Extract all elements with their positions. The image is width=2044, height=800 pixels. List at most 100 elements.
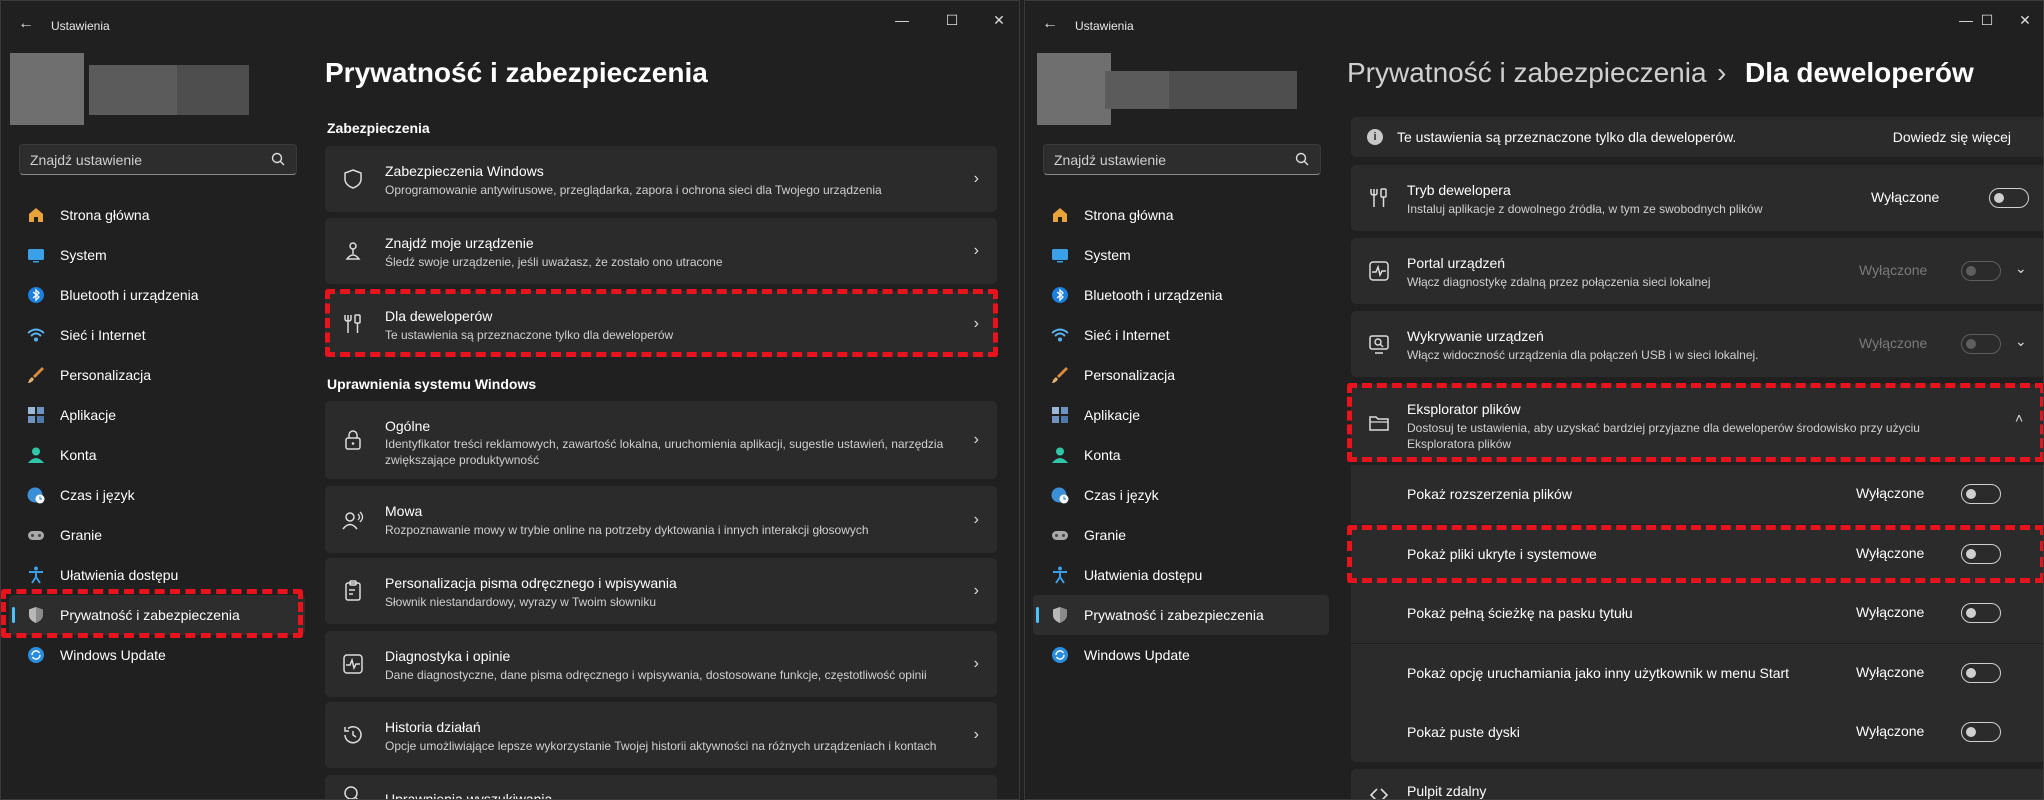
row-developer-mode[interactable]: Tryb dewelopera Instaluj aplikacje z dow… bbox=[1351, 165, 2043, 231]
developer-mode-toggle[interactable] bbox=[1989, 188, 2029, 208]
update-icon bbox=[26, 645, 46, 665]
sidebar-item-system[interactable]: System bbox=[1033, 235, 1329, 275]
card-search-permissions[interactable]: Uprawnienia wyszukiwania bbox=[325, 775, 997, 799]
sidebar-item-personalization[interactable]: Personalizacja bbox=[1033, 355, 1329, 395]
info-icon: i bbox=[1367, 129, 1383, 145]
sidebar-item-accounts[interactable]: Konta bbox=[1033, 435, 1329, 475]
sidebar-item-bluetooth[interactable]: Bluetooth i urządzenia bbox=[1033, 275, 1329, 315]
title-bar: ← Ustawienia — ☐ ✕ bbox=[1, 1, 1019, 49]
remote-desktop-icon bbox=[1369, 788, 1389, 799]
sidebar-item-accessibility[interactable]: Ułatwienia dostępu bbox=[9, 555, 305, 595]
sidebar-item-apps[interactable]: Aplikacje bbox=[9, 395, 305, 435]
system-icon bbox=[1050, 245, 1070, 265]
home-icon bbox=[26, 205, 46, 225]
bluetooth-icon bbox=[1050, 285, 1070, 305]
chevron-right-icon: › bbox=[973, 242, 979, 259]
sidebar-item-accounts[interactable]: Konta bbox=[9, 435, 305, 475]
account-email-blurred bbox=[177, 65, 249, 115]
run-as-other-user-toggle[interactable] bbox=[1961, 663, 2001, 683]
search-placeholder: Znajdź ustawienie bbox=[1054, 152, 1167, 168]
bluetooth-icon bbox=[26, 285, 46, 305]
row-remote-desktop[interactable]: Pulpit zdalny bbox=[1351, 769, 2043, 799]
chevron-right-icon: › bbox=[973, 170, 979, 187]
device-discovery-toggle[interactable] bbox=[1961, 334, 2001, 354]
shield-icon bbox=[1050, 605, 1070, 625]
row-file-explorer[interactable]: Eksplorator plików Dostosuj te ustawieni… bbox=[1351, 384, 2043, 462]
device-search-icon bbox=[1369, 335, 1389, 354]
card-handwriting-personalization[interactable]: Personalizacja pisma odręcznego i wpisyw… bbox=[325, 558, 997, 624]
sidebar-item-accessibility[interactable]: Ułatwienia dostępu bbox=[1033, 555, 1329, 595]
pulse-icon bbox=[1369, 261, 1389, 281]
sidebar-item-privacy[interactable]: Prywatność i zabezpieczenia bbox=[9, 595, 305, 635]
row-device-portal[interactable]: Portal urządzeń Włącz diagnostykę zdalną… bbox=[1351, 238, 2043, 304]
page-title: Dla deweloperów bbox=[1745, 57, 1974, 88]
device-portal-toggle[interactable] bbox=[1961, 261, 2001, 281]
sidebar-item-network[interactable]: Sieć i Internet bbox=[1033, 315, 1329, 355]
card-activity-history[interactable]: Historia działań Opcje umożliwiające lep… bbox=[325, 702, 997, 768]
row-device-discovery[interactable]: Wykrywanie urządzeń Włącz widoczność urz… bbox=[1351, 311, 2043, 377]
subrow-show-file-extensions[interactable]: Pokaż rozszerzenia plików Wyłączone bbox=[1351, 465, 2043, 524]
chevron-up-icon[interactable]: ˄ bbox=[2015, 410, 2023, 426]
card-speech[interactable]: Mowa Rozpoznawanie mowy w trybie online … bbox=[325, 486, 997, 553]
sidebar-item-home[interactable]: Strona główna bbox=[1033, 195, 1329, 235]
sidebar-item-windows-update[interactable]: Windows Update bbox=[1033, 635, 1329, 675]
brush-icon bbox=[26, 365, 46, 385]
learn-more-link[interactable]: Dowiedz się więcej bbox=[1893, 129, 2011, 145]
sidebar-nav: Strona główna System Bluetooth i urządze… bbox=[9, 195, 305, 675]
avatar[interactable] bbox=[1037, 53, 1111, 125]
chevron-right-icon: › bbox=[973, 431, 979, 448]
wifi-icon bbox=[26, 325, 46, 345]
sidebar-item-personalization[interactable]: Personalizacja bbox=[9, 355, 305, 395]
close-icon[interactable]: ✕ bbox=[2010, 9, 2040, 31]
sidebar-item-time-language[interactable]: Czas i język bbox=[9, 475, 305, 515]
system-icon bbox=[26, 245, 46, 265]
app-title: Ustawienia bbox=[1075, 19, 1134, 33]
globe-clock-icon bbox=[1050, 485, 1070, 505]
sidebar-item-windows-update[interactable]: Windows Update bbox=[9, 635, 305, 675]
subrow-show-empty-drives[interactable]: Pokaż puste dyski Wyłączone bbox=[1351, 703, 2043, 762]
breadcrumb-parent[interactable]: Prywatność i zabezpieczenia bbox=[1347, 57, 1707, 89]
gamepad-icon bbox=[26, 525, 46, 545]
sidebar-item-privacy[interactable]: Prywatność i zabezpieczenia bbox=[1033, 595, 1329, 635]
accessibility-icon bbox=[1050, 565, 1070, 585]
sidebar-item-bluetooth[interactable]: Bluetooth i urządzenia bbox=[9, 275, 305, 315]
account-name-blurred bbox=[1105, 71, 1169, 109]
chevron-right-icon: › bbox=[973, 655, 979, 672]
sidebar-item-time-language[interactable]: Czas i język bbox=[1033, 475, 1329, 515]
back-arrow-icon[interactable]: ← bbox=[1039, 13, 1061, 35]
search-input[interactable]: Znajdź ustawienie bbox=[19, 144, 297, 175]
card-windows-security[interactable]: Zabezpieczenia Windows Oprogramowanie an… bbox=[325, 146, 997, 212]
chevron-down-icon[interactable]: ⌄ bbox=[2015, 260, 2027, 277]
card-find-my-device[interactable]: Znajdź moje urządzenie Śledź swoje urząd… bbox=[325, 218, 997, 284]
close-icon[interactable]: ✕ bbox=[984, 9, 1014, 31]
back-arrow-icon[interactable]: ← bbox=[15, 13, 37, 35]
sidebar-item-network[interactable]: Sieć i Internet bbox=[9, 315, 305, 355]
account-icon bbox=[1050, 445, 1070, 465]
avatar[interactable] bbox=[10, 53, 84, 125]
subrow-run-as-different-user[interactable]: Pokaż opcję uruchamiania jako inny użytk… bbox=[1351, 644, 2043, 703]
sidebar-item-gaming[interactable]: Granie bbox=[9, 515, 305, 555]
sidebar-nav: Strona główna System Bluetooth i urządze… bbox=[1033, 195, 1329, 675]
sidebar-item-home[interactable]: Strona główna bbox=[9, 195, 305, 235]
sidebar-item-system[interactable]: System bbox=[9, 235, 305, 275]
sidebar-item-gaming[interactable]: Granie bbox=[1033, 515, 1329, 555]
minimize-icon[interactable]: — bbox=[887, 9, 917, 31]
maximize-icon[interactable]: ☐ bbox=[1972, 9, 2002, 31]
chevron-down-icon[interactable]: ⌄ bbox=[2015, 333, 2027, 350]
card-diagnostics-feedback[interactable]: Diagnostyka i opinie Dane diagnostyczne,… bbox=[325, 631, 997, 697]
show-hidden-files-toggle[interactable] bbox=[1961, 544, 2001, 564]
card-for-developers[interactable]: Dla deweloperów Te ustawienia są przezna… bbox=[325, 291, 997, 357]
card-general[interactable]: Ogólne Identyfikator treści reklamowych,… bbox=[325, 401, 997, 479]
chevron-right-icon: › bbox=[973, 315, 979, 332]
search-icon bbox=[271, 152, 285, 166]
search-input[interactable]: Znajdź ustawienie bbox=[1043, 144, 1321, 175]
show-empty-drives-toggle[interactable] bbox=[1961, 722, 2001, 742]
title-bar: ← Ustawienia — ☐ ✕ bbox=[1025, 1, 2043, 49]
show-full-path-toggle[interactable] bbox=[1961, 603, 2001, 623]
show-file-extensions-toggle[interactable] bbox=[1961, 484, 2001, 504]
subrow-show-hidden-system-files[interactable]: Pokaż pliki ukryte i systemowe Wyłączone bbox=[1351, 525, 2043, 584]
maximize-icon[interactable]: ☐ bbox=[937, 9, 967, 31]
sidebar-item-apps[interactable]: Aplikacje bbox=[1033, 395, 1329, 435]
shield-outline-icon bbox=[344, 169, 362, 189]
subrow-show-full-path[interactable]: Pokaż pełną ścieżkę na pasku tytułu Wyłą… bbox=[1351, 584, 2043, 643]
